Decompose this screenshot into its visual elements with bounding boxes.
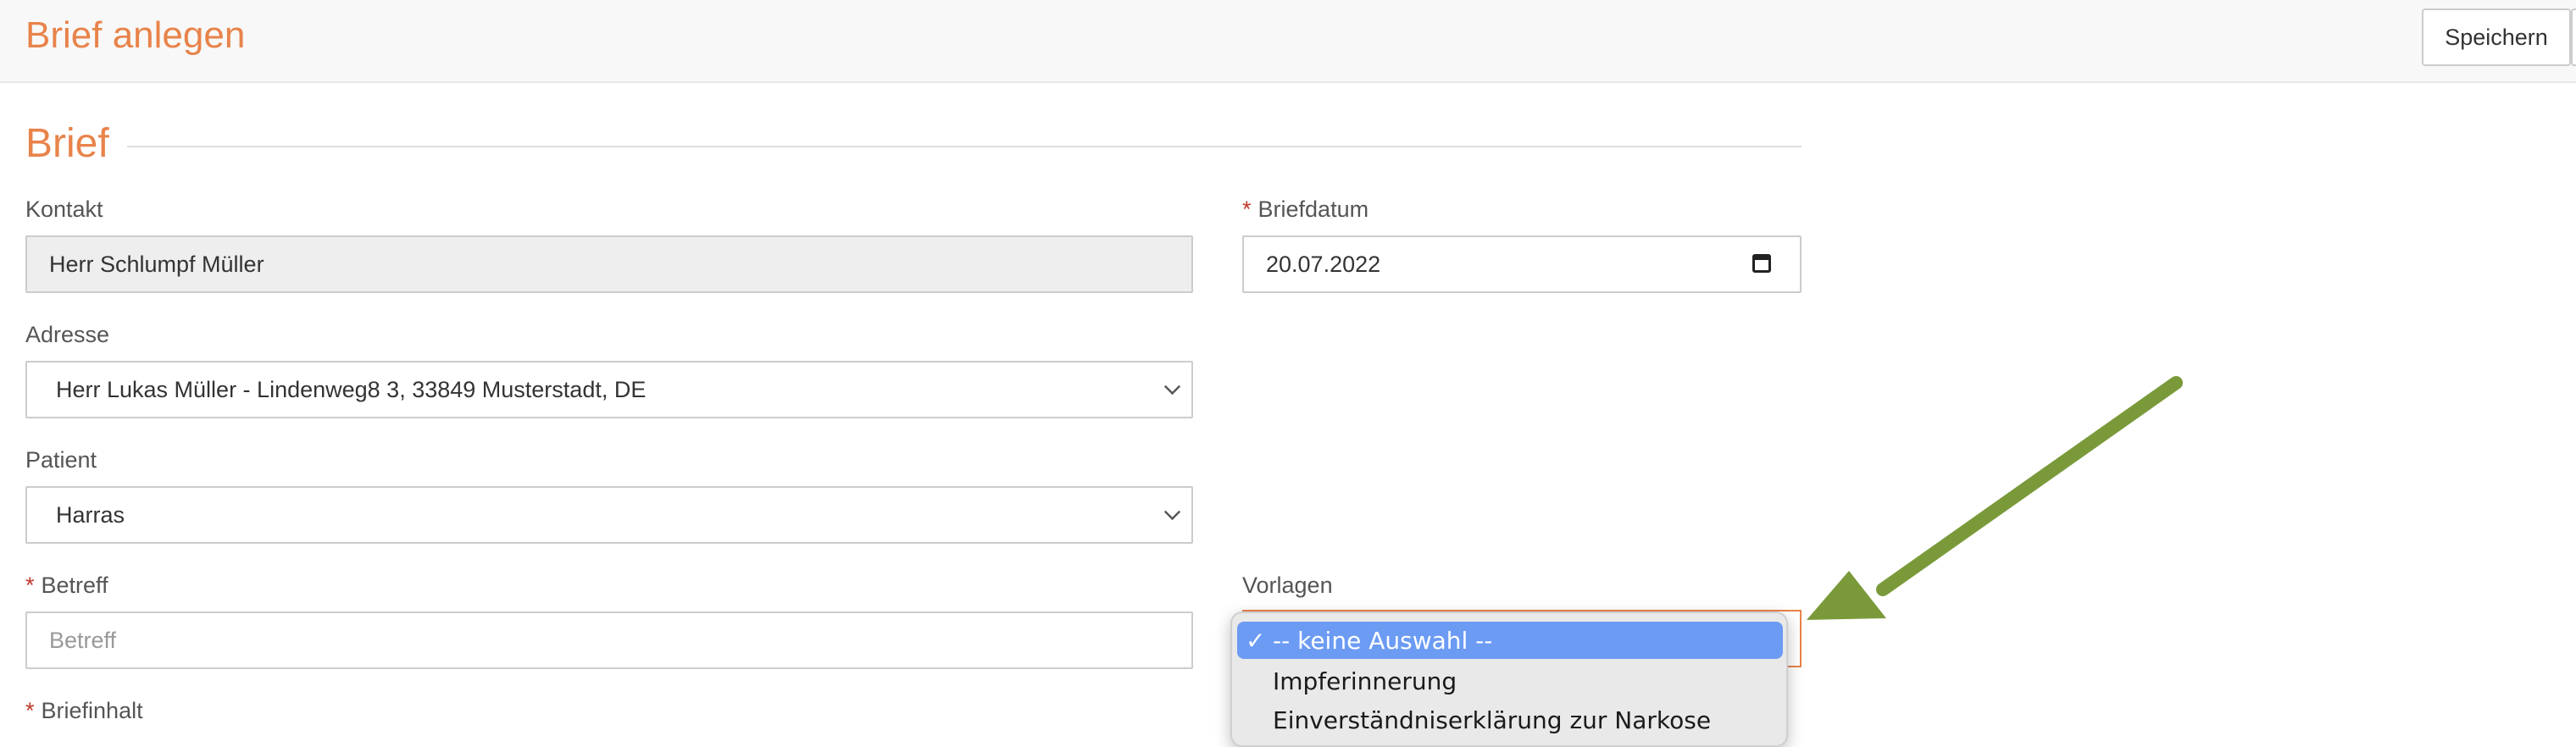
betreff-input[interactable]: Betreff xyxy=(25,611,1193,669)
adresse-value: Herr Lukas Müller - Lindenweg8 3, 33849 … xyxy=(56,376,647,402)
vorlagen-label: Vorlagen xyxy=(1242,573,1333,598)
calendar-icon[interactable] xyxy=(1752,254,1771,273)
section-title: Brief xyxy=(25,121,109,166)
chevron-down-icon xyxy=(1163,378,1181,396)
vorlagen-option-label: -- keine Auswahl -- xyxy=(1273,626,1493,655)
section-divider xyxy=(127,146,1802,147)
annotation-arrow-shaft xyxy=(1876,376,2183,596)
adresse-select[interactable]: Herr Lukas Müller - Lindenweg8 3, 33849 … xyxy=(25,361,1193,418)
save-button[interactable]: Speichern xyxy=(2422,8,2571,66)
briefdatum-value: 20.07.2022 xyxy=(1266,251,1381,277)
page-title: Brief anlegen xyxy=(25,14,246,56)
briefinhalt-label-text: Briefinhalt xyxy=(41,698,143,723)
top-bar: Brief anlegen Speichern xyxy=(0,0,2576,83)
vorlagen-option[interactable]: Einverständniserklärung zur Narkose xyxy=(1237,701,1783,739)
patient-select[interactable]: Harras xyxy=(25,486,1193,544)
vorlagen-option-label: Einverständniserklärung zur Narkose xyxy=(1273,706,1712,734)
annotation-arrow-head xyxy=(1807,571,1886,620)
vorlagen-option[interactable]: Impferinnerung xyxy=(1237,662,1783,700)
kontakt-field: Herr Schlumpf Müller xyxy=(25,235,1193,293)
betreff-placeholder: Betreff xyxy=(49,627,117,653)
briefdatum-label-text: Briefdatum xyxy=(1257,196,1369,222)
patient-label: Patient xyxy=(25,447,97,473)
adresse-label: Adresse xyxy=(25,322,110,347)
kontakt-label: Kontakt xyxy=(25,196,103,222)
required-mark: * xyxy=(25,573,35,598)
kontakt-value: Herr Schlumpf Müller xyxy=(49,251,264,277)
betreff-label: * Betreff xyxy=(25,571,108,600)
briefinhalt-label: * Briefinhalt xyxy=(25,696,143,725)
required-mark: * xyxy=(25,698,35,723)
vorlagen-option-label: Impferinnerung xyxy=(1273,667,1457,695)
required-mark: * xyxy=(1242,196,1252,222)
betreff-label-text: Betreff xyxy=(41,573,108,598)
vorlagen-option[interactable]: ✓ -- keine Auswahl -- xyxy=(1237,622,1783,659)
vorlagen-dropdown-menu: ✓ -- keine Auswahl -- Impferinnerung Ein… xyxy=(1230,611,1788,747)
more-button[interactable] xyxy=(2571,8,2576,66)
chevron-down-icon xyxy=(1163,503,1181,521)
patient-value: Harras xyxy=(56,501,125,528)
checkmark-icon: ✓ xyxy=(1246,627,1266,655)
briefdatum-label: * Briefdatum xyxy=(1242,195,1368,224)
briefdatum-date-input[interactable]: 20.07.2022 xyxy=(1242,235,1802,293)
